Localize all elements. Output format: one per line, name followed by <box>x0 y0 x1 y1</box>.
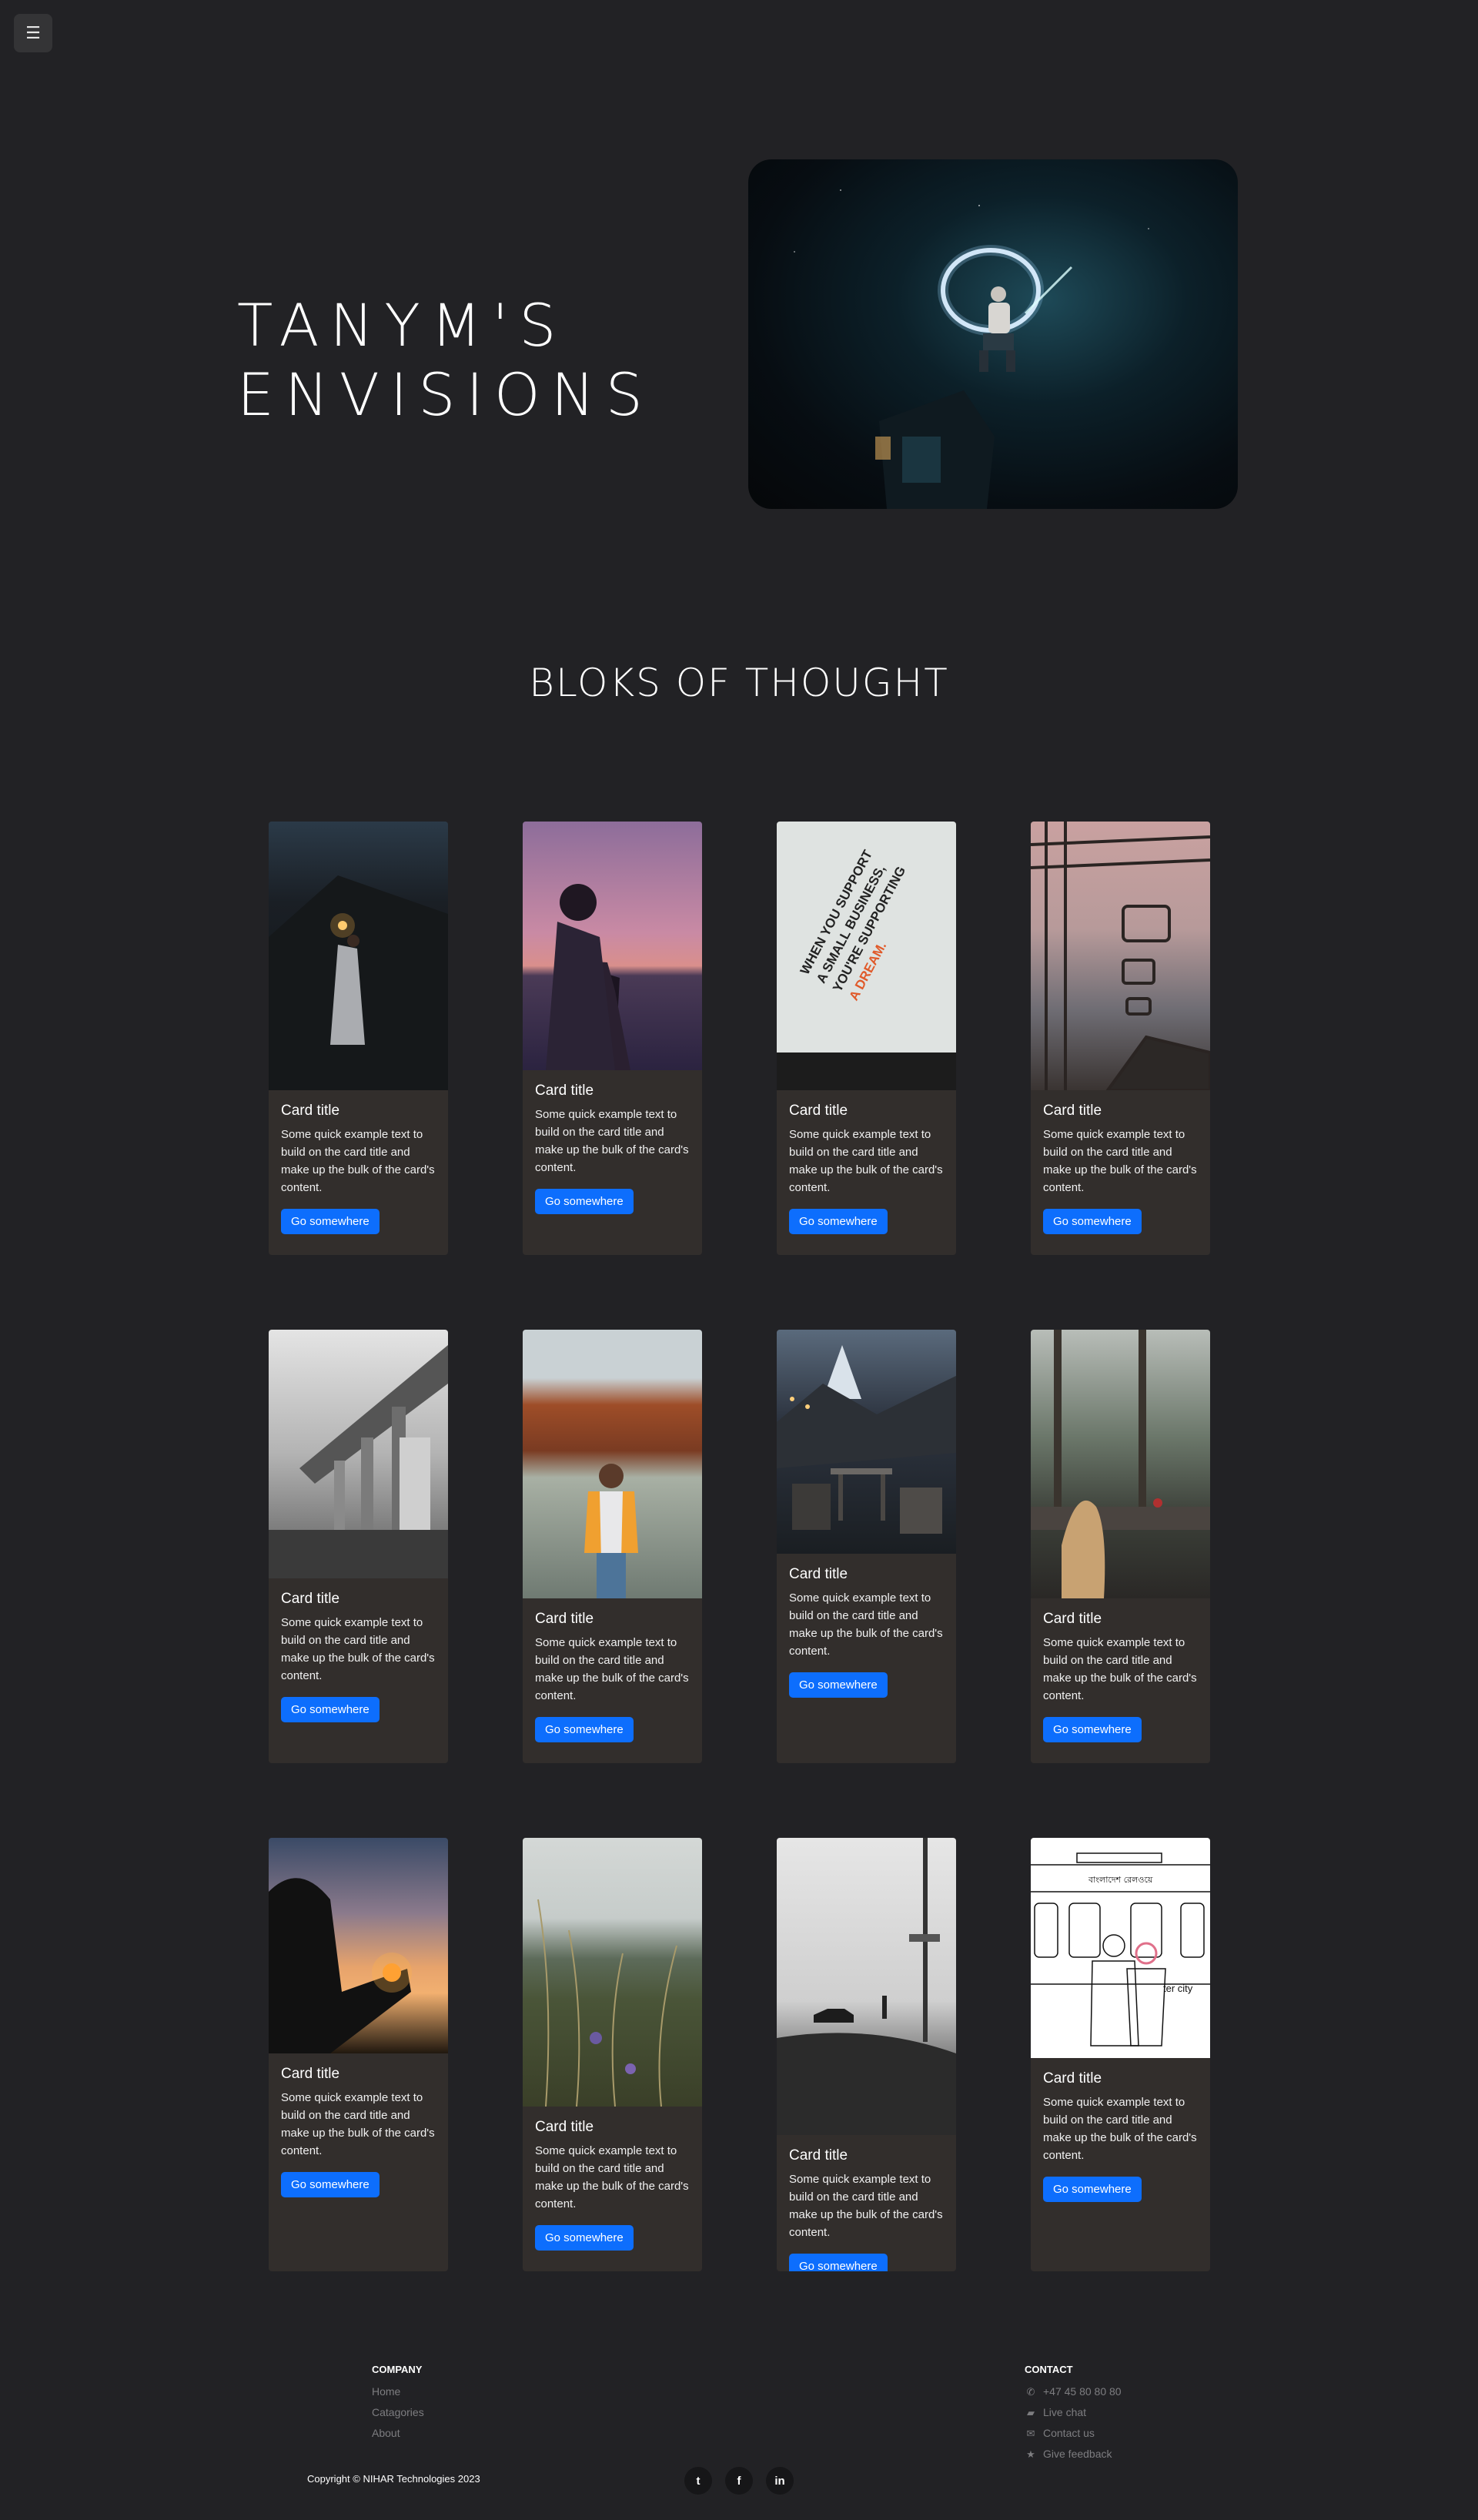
card: Card title Some quick example text to bu… <box>523 1838 702 2271</box>
copyright: Copyright © NIHAR Technologies 2023 <box>307 2473 480 2485</box>
card-title: Card title <box>789 2147 848 2164</box>
footer-link-home[interactable]: Home <box>372 2381 424 2402</box>
footer-contact-live-chat[interactable]: ▰ Live chat <box>1025 2402 1122 2423</box>
footer-contact-contact-us-label: Contact us <box>1043 2427 1095 2439</box>
footer-contact-phone-label: +47 45 80 80 80 <box>1043 2385 1122 2398</box>
card-image <box>777 1330 956 1554</box>
hero-title-line-2: ENVISIONS <box>237 360 654 429</box>
go-somewhere-button[interactable]: Go somewhere <box>1043 1209 1142 1234</box>
card-image <box>269 1330 448 1578</box>
card-text: Some quick example text to build on the … <box>1043 1636 1197 1702</box>
card-title: Card title <box>789 1103 848 1119</box>
card-image <box>269 822 448 1090</box>
poster-side-text: ter city <box>1163 1983 1193 1994</box>
section-title: BLOKS OF THOUGHT <box>529 661 949 705</box>
card-image <box>523 1838 702 2107</box>
go-somewhere-button[interactable]: Go somewhere <box>535 1189 634 1214</box>
card-text: Some quick example text to build on the … <box>535 1108 689 1174</box>
footer-company-heading: COMPANY <box>372 2364 423 2375</box>
card: Card title Some quick example text to bu… <box>269 1330 448 1763</box>
footer-company: COMPANY Home Catagories About <box>372 2364 424 2444</box>
go-somewhere-button[interactable]: Go somewhere <box>281 1697 380 1722</box>
hamburger-icon: ☰ <box>25 23 41 43</box>
card-image <box>269 1838 448 2053</box>
poster-header-text: বাংলাদেশ রেলওয়ে <box>1088 1875 1153 1885</box>
footer-contact-phone[interactable]: ✆ +47 45 80 80 80 <box>1025 2381 1122 2402</box>
card: Card title Some quick example text to bu… <box>1031 1330 1210 1763</box>
facebook-icon[interactable]: f <box>725 2467 753 2495</box>
card-text: Some quick example text to build on the … <box>535 1636 689 1702</box>
hero-image <box>748 159 1238 509</box>
card-text: Some quick example text to build on the … <box>789 1128 943 1194</box>
card-title: Card title <box>281 1591 340 1607</box>
card: Card title Some quick example text to bu… <box>269 822 448 1255</box>
card: Card title Some quick example text to bu… <box>523 1330 702 1763</box>
footer-contact-contact-us[interactable]: ✉ Contact us <box>1025 2423 1122 2444</box>
footer-contact-feedback[interactable]: ★ Give feedback <box>1025 2444 1122 2465</box>
footer-link-about[interactable]: About <box>372 2423 424 2444</box>
go-somewhere-button[interactable]: Go somewhere <box>535 2225 634 2251</box>
card-image <box>1031 822 1210 1090</box>
go-somewhere-button[interactable]: Go somewhere <box>1043 1717 1142 1742</box>
card: Card title Some quick example text to bu… <box>777 1838 956 2271</box>
card: Card title Some quick example text to bu… <box>1031 822 1210 1255</box>
card-text: Some quick example text to build on the … <box>281 1128 435 1194</box>
card-title: Card title <box>1043 1103 1102 1119</box>
footer-link-categories[interactable]: Catagories <box>372 2402 424 2423</box>
card-text: Some quick example text to build on the … <box>789 1591 943 1658</box>
go-somewhere-button[interactable]: Go somewhere <box>535 1717 634 1742</box>
star-icon: ★ <box>1026 2448 1035 2460</box>
hero-title: TANYM'S ENVISIONS <box>237 291 654 430</box>
footer-contact: CONTACT ✆ +47 45 80 80 80 ▰ Live chat ✉ … <box>1025 2364 1122 2465</box>
envelope-icon: ✉ <box>1026 2428 1035 2439</box>
card-title: Card title <box>535 1611 594 1627</box>
card-image <box>777 1838 956 2135</box>
card: WHEN YOU SUPPORT A SMALL BUSINESS, YOU'R… <box>777 822 956 1255</box>
go-somewhere-button[interactable]: Go somewhere <box>281 2172 380 2197</box>
card-title: Card title <box>1043 1611 1102 1627</box>
card-title: Card title <box>281 1103 340 1119</box>
card-text: Some quick example text to build on the … <box>281 1616 435 1682</box>
go-somewhere-button[interactable]: Go somewhere <box>281 1209 380 1234</box>
card-title: Card title <box>789 1566 848 1582</box>
go-somewhere-button[interactable]: Go somewhere <box>1043 2177 1142 2202</box>
card-image <box>1031 1330 1210 1598</box>
go-somewhere-button[interactable]: Go somewhere <box>789 1672 888 1698</box>
card-title: Card title <box>535 1083 594 1099</box>
go-somewhere-button[interactable]: Go somewhere <box>789 1209 888 1234</box>
linkedin-icon[interactable]: in <box>766 2467 794 2495</box>
card: Card title Some quick example text to bu… <box>269 1838 448 2271</box>
card: Card title Some quick example text to bu… <box>777 1330 956 1763</box>
card-text: Some quick example text to build on the … <box>1043 1128 1197 1194</box>
hero-title-line-1: TANYM'S <box>237 291 567 360</box>
twitter-icon[interactable]: t <box>684 2467 712 2495</box>
card-title: Card title <box>1043 2070 1102 2087</box>
card-image: WHEN YOU SUPPORT A SMALL BUSINESS, YOU'R… <box>777 822 956 1090</box>
phone-icon: ✆ <box>1026 2386 1035 2398</box>
card-text: Some quick example text to build on the … <box>1043 2096 1197 2162</box>
chat-icon: ▰ <box>1027 2407 1035 2418</box>
card: বাংলাদেশ রেলওয়ে ter city Card title Som… <box>1031 1838 1210 2271</box>
menu-button[interactable]: ☰ <box>14 14 52 52</box>
card-text: Some quick example text to build on the … <box>281 2091 435 2157</box>
card-text: Some quick example text to build on the … <box>535 2144 689 2210</box>
card-text: Some quick example text to build on the … <box>789 2173 943 2239</box>
card-image <box>523 1330 702 1598</box>
card-title: Card title <box>535 2119 594 2135</box>
card-image: বাংলাদেশ রেলওয়ে ter city <box>1031 1838 1210 2058</box>
card-image <box>523 822 702 1070</box>
footer-contact-heading: CONTACT <box>1025 2364 1073 2375</box>
card-title: Card title <box>281 2066 340 2082</box>
card: Card title Some quick example text to bu… <box>523 822 702 1255</box>
go-somewhere-button[interactable]: Go somewhere <box>789 2254 888 2271</box>
footer-contact-live-chat-label: Live chat <box>1043 2406 1087 2418</box>
footer-contact-feedback-label: Give feedback <box>1043 2448 1112 2460</box>
